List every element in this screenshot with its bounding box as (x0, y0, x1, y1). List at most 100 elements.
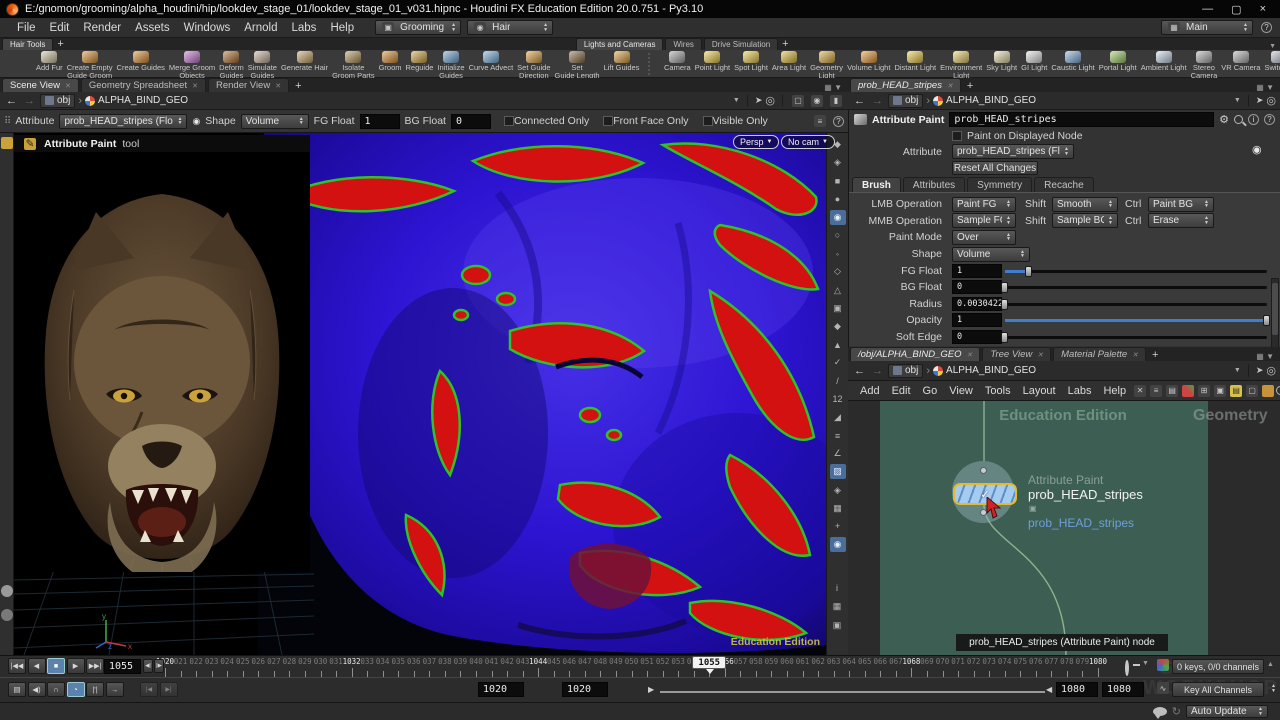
new-pane-tab-button[interactable]: + (291, 80, 305, 92)
menu-item[interactable]: Assets (128, 22, 177, 34)
value-field[interactable]: 0 (952, 280, 1002, 294)
layout-grid-icon[interactable]: ⊞ (1198, 385, 1210, 397)
value-slider[interactable] (1005, 298, 1267, 310)
info-icon[interactable]: i (829, 580, 845, 595)
location-pin-icon[interactable]: ◉ (192, 116, 200, 127)
value-select[interactable]: Volume▲▼ (952, 247, 1030, 262)
shelf-divider[interactable] (648, 53, 656, 75)
tick-display-icon[interactable]: |'| (86, 682, 104, 697)
paint-displayed-checkbox[interactable]: Paint on Displayed Node (952, 130, 1083, 142)
shelf-tab[interactable]: Wires (665, 38, 701, 50)
follow-playbar-icon[interactable]: → (106, 682, 124, 697)
current-frame-marker[interactable]: 1055 (692, 656, 726, 669)
shelf-tool[interactable]: Generate Hair (279, 50, 330, 72)
minimize-button[interactable]: — (1202, 3, 1213, 16)
tree-icon[interactable]: ≡ (1150, 385, 1162, 397)
find-node-icon[interactable] (1276, 386, 1280, 395)
shelf-tool[interactable]: VR Camera (1219, 50, 1262, 72)
play-reverse-button[interactable]: ◀ (28, 658, 46, 674)
key-all-spinner[interactable]: ▲▼ (1267, 684, 1276, 693)
shelf-tool[interactable]: Deform Guides (217, 50, 246, 78)
sticky-note-icon[interactable]: ▤ (1230, 385, 1242, 397)
pane-menu-icon[interactable]: ▼ (1266, 83, 1274, 92)
ctrl-operation-select[interactable]: Erase▲▼ (1148, 213, 1214, 228)
paint-tool-warning-icon[interactable] (1, 137, 13, 149)
current-frame-field[interactable]: 1055 (104, 659, 141, 674)
network-box-icon[interactable] (1262, 385, 1274, 397)
new-pane-tab-button[interactable]: + (1148, 349, 1162, 361)
camera-select[interactable]: No cam▼ (781, 135, 835, 149)
value-field[interactable]: 0 (952, 330, 1002, 344)
radial-menu-icon[interactable]: ◎ (765, 94, 775, 107)
shelf-tool[interactable]: Set Guide Direction (515, 50, 552, 78)
close-tab-icon[interactable]: ✕ (1037, 351, 1043, 359)
jump-to-end-button[interactable]: ▶▶| (86, 658, 104, 674)
message-bubble-icon[interactable] (1153, 707, 1167, 716)
shelf-tab[interactable]: Drive Simulation (704, 38, 778, 50)
network-menu-item[interactable]: Labs (1062, 385, 1098, 397)
path-dropdown-icon[interactable]: ▼ (1234, 97, 1241, 104)
menu-item[interactable]: Edit (43, 22, 77, 34)
close-tab-icon[interactable]: ✕ (1132, 351, 1138, 359)
shelf-tool[interactable]: Reguide (404, 50, 436, 72)
shelf-tool[interactable]: Lift Guides (602, 50, 640, 72)
path-node-name[interactable]: ALPHA_BIND_GEO (946, 95, 1036, 106)
shelf-tool[interactable]: Merge Groom Objects (167, 50, 217, 78)
realtime-playback-icon[interactable]: ◔ (67, 682, 85, 697)
update-mode-select[interactable]: Auto Update▲▼ (1186, 705, 1268, 718)
shelf-tool[interactable]: Environment Light (938, 50, 984, 78)
toolbar-grip-icon[interactable]: ⠿ (4, 116, 10, 127)
operation-select[interactable]: Paint FG▲▼ (952, 197, 1016, 212)
forward-icon[interactable]: → (22, 95, 37, 107)
attribute-select[interactable]: prob_HEAD_stripes (Float)▲▼ (952, 144, 1074, 159)
path-node-name[interactable]: ALPHA_BIND_GEO (98, 95, 188, 106)
node-name-field[interactable]: prob_HEAD_stripes (949, 112, 1214, 127)
range-end-field[interactable]: 1080 (1056, 682, 1098, 697)
network-menu-item[interactable]: View (943, 385, 979, 397)
ctrl-operation-select[interactable]: Paint BG▲▼ (1148, 197, 1214, 212)
fg-float-field[interactable]: 1 (360, 114, 400, 129)
search-icon[interactable] (1234, 115, 1243, 124)
shelf-tool[interactable]: Volume Light (845, 50, 892, 72)
network-menu-item[interactable]: Add (854, 385, 886, 397)
parameter-tab[interactable]: Attributes (903, 177, 965, 192)
range-slider[interactable] (660, 691, 1045, 693)
forward-icon[interactable]: → (870, 95, 885, 107)
pin-pane-icon[interactable]: ➤ (1256, 365, 1264, 376)
layout-icon[interactable]: ▢ (792, 95, 804, 107)
range-right-handle[interactable]: ◀ (1046, 685, 1052, 694)
pin-view-icon[interactable]: ◉ (830, 537, 846, 552)
node-name-label[interactable]: prob_HEAD_stripes (1028, 487, 1143, 502)
menu-item[interactable]: Render (76, 22, 128, 34)
shelf-tool[interactable]: Caustic Light (1049, 50, 1096, 72)
forward-icon[interactable]: → (870, 365, 885, 377)
location-pin-icon[interactable]: ◉ (1252, 143, 1262, 156)
list-icon[interactable]: ▤ (1166, 385, 1178, 397)
angle-snap-icon[interactable]: ∠ (830, 446, 846, 461)
parameter-tab[interactable]: Brush (852, 177, 901, 192)
state-info-icon[interactable]: ≡ (814, 115, 826, 127)
perspective-select[interactable]: Persp▼ (733, 135, 779, 149)
radial-menu-icon[interactable]: ◎ (1266, 94, 1276, 107)
pane-tab[interactable]: Render View✕ (208, 78, 289, 92)
parameter-tab[interactable]: Symmetry (967, 177, 1032, 192)
hair-shelf-select[interactable]: ◉ Hair▲▼ (467, 20, 553, 35)
value-slider[interactable] (1005, 331, 1267, 343)
radial-menu-icon[interactable]: ◎ (1266, 364, 1276, 377)
pane-tab[interactable]: Geometry Spreadsheet✕ (81, 78, 206, 92)
close-button[interactable]: × (1260, 3, 1266, 16)
pane-tab[interactable]: /obj/ALPHA_BIND_GEO✕ (850, 347, 980, 361)
parameter-tab[interactable]: Recache (1034, 177, 1093, 192)
menu-item[interactable]: Windows (177, 22, 238, 34)
stow-pane-icon[interactable]: ▦ (1256, 352, 1264, 361)
desktop-select[interactable]: ▦ Main▲▼ (1161, 20, 1253, 35)
option-checkbox[interactable]: Front Face Only (603, 115, 688, 127)
visualizer-icon[interactable]: ◈ (830, 483, 846, 498)
shelf-tool[interactable]: Add Fur (34, 50, 65, 72)
group-list-icon[interactable]: ▦ (830, 501, 846, 516)
back-icon[interactable]: ← (852, 365, 867, 377)
value-field[interactable]: 0.00304227 (952, 297, 1002, 311)
comb-icon[interactable]: ≡ (830, 428, 846, 443)
display-points-icon[interactable]: ◦ (830, 246, 846, 261)
info-icon[interactable]: i (1248, 114, 1259, 125)
